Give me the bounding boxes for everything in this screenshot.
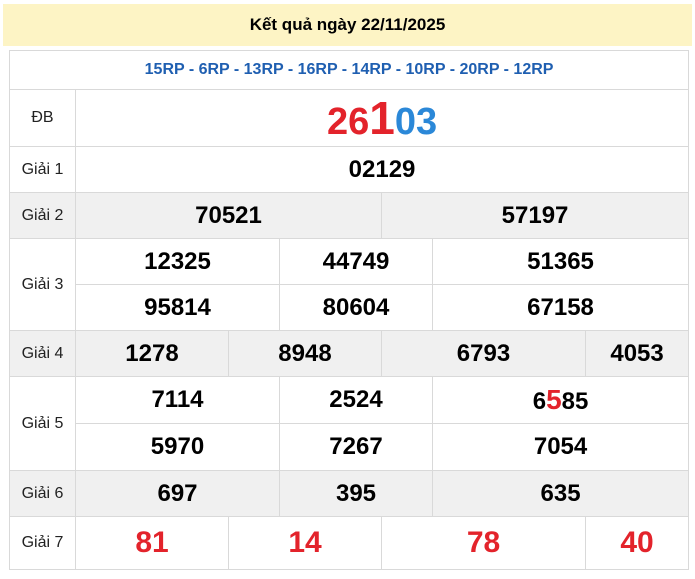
prize5-value: 7054 bbox=[431, 423, 690, 471]
prize3-value: 51365 bbox=[431, 238, 690, 285]
prize4-value: 1278 bbox=[75, 330, 229, 377]
special-part-big: 1 bbox=[369, 92, 395, 144]
prize1-value: 02129 bbox=[74, 146, 690, 193]
prize3-row: 95814 80604 67158 bbox=[10, 284, 690, 331]
prize7-value: 14 bbox=[228, 516, 382, 570]
prize3-value: 80604 bbox=[279, 284, 433, 331]
prize7-value: 81 bbox=[75, 516, 229, 570]
prize5-value: 7114 bbox=[75, 376, 280, 424]
prize2-value: 57197 bbox=[380, 192, 690, 239]
prize4-value: 6793 bbox=[381, 330, 586, 377]
prize6-value: 635 bbox=[431, 470, 690, 517]
special-row: ĐB 26103 bbox=[9, 89, 690, 147]
prize7-label: Giải 7 bbox=[9, 516, 76, 570]
prize5-value: 2524 bbox=[279, 376, 433, 424]
prize6-value: 395 bbox=[279, 470, 433, 517]
prize4-value: 8948 bbox=[228, 330, 382, 377]
results-table: 15RP - 6RP - 13RP - 16RP - 14RP - 10RP -… bbox=[8, 50, 690, 570]
prize2-label: Giải 2 bbox=[9, 192, 76, 239]
prize7-value: 78 bbox=[381, 516, 586, 570]
draw-codes: 15RP - 6RP - 13RP - 16RP - 14RP - 10RP -… bbox=[8, 50, 690, 90]
prize5-digit: 6 bbox=[532, 388, 547, 415]
prize5-row: Giải 5 7114 2524 6585 bbox=[9, 376, 690, 471]
special-label: ĐB bbox=[9, 89, 76, 147]
prize6-label: Giải 6 bbox=[9, 470, 76, 517]
prize5-value-highlighted: 6585 bbox=[431, 376, 690, 424]
prize6-value: 697 bbox=[75, 470, 280, 517]
prize5-value: 5970 bbox=[75, 423, 280, 471]
prize5-label: Giải 5 bbox=[9, 376, 76, 471]
special-prize: 26103 bbox=[74, 89, 690, 147]
prize4-row: Giải 4 1278 8948 6793 4053 bbox=[9, 330, 690, 377]
special-part-blue: 03 bbox=[394, 101, 438, 143]
prize5-value: 7267 bbox=[279, 423, 433, 471]
special-part-red: 26 bbox=[326, 101, 370, 143]
prize5-digit-red: 5 bbox=[546, 384, 562, 415]
prize6-row: Giải 6 697 395 635 bbox=[9, 470, 690, 517]
codes-row: 15RP - 6RP - 13RP - 16RP - 14RP - 10RP -… bbox=[8, 50, 690, 90]
prize5-row: 5970 7267 7054 bbox=[10, 423, 690, 471]
prize2-value: 70521 bbox=[75, 192, 382, 239]
prize4-label: Giải 4 bbox=[9, 330, 76, 377]
prize1-label: Giải 1 bbox=[9, 146, 76, 193]
prize7-value: 40 bbox=[584, 516, 690, 570]
prize5-digit: 85 bbox=[561, 388, 589, 415]
prize3-value: 12325 bbox=[75, 238, 280, 285]
prize3-label: Giải 3 bbox=[9, 238, 76, 331]
prize3-value: 67158 bbox=[431, 284, 690, 331]
prize2-row: Giải 2 70521 57197 bbox=[9, 192, 690, 239]
results-panel: Kết quả ngày 22/11/2025 15RP - 6RP - 13R… bbox=[0, 0, 695, 579]
prize4-value: 4053 bbox=[584, 330, 690, 377]
prize3-value: 95814 bbox=[75, 284, 280, 331]
prize7-row: Giải 7 81 14 78 40 bbox=[9, 516, 690, 570]
prize3-row: Giải 3 12325 44749 51365 bbox=[9, 238, 690, 331]
prize3-value: 44749 bbox=[279, 238, 433, 285]
results-title: Kết quả ngày 22/11/2025 bbox=[3, 4, 692, 46]
prize1-row: Giải 1 02129 bbox=[9, 146, 690, 193]
